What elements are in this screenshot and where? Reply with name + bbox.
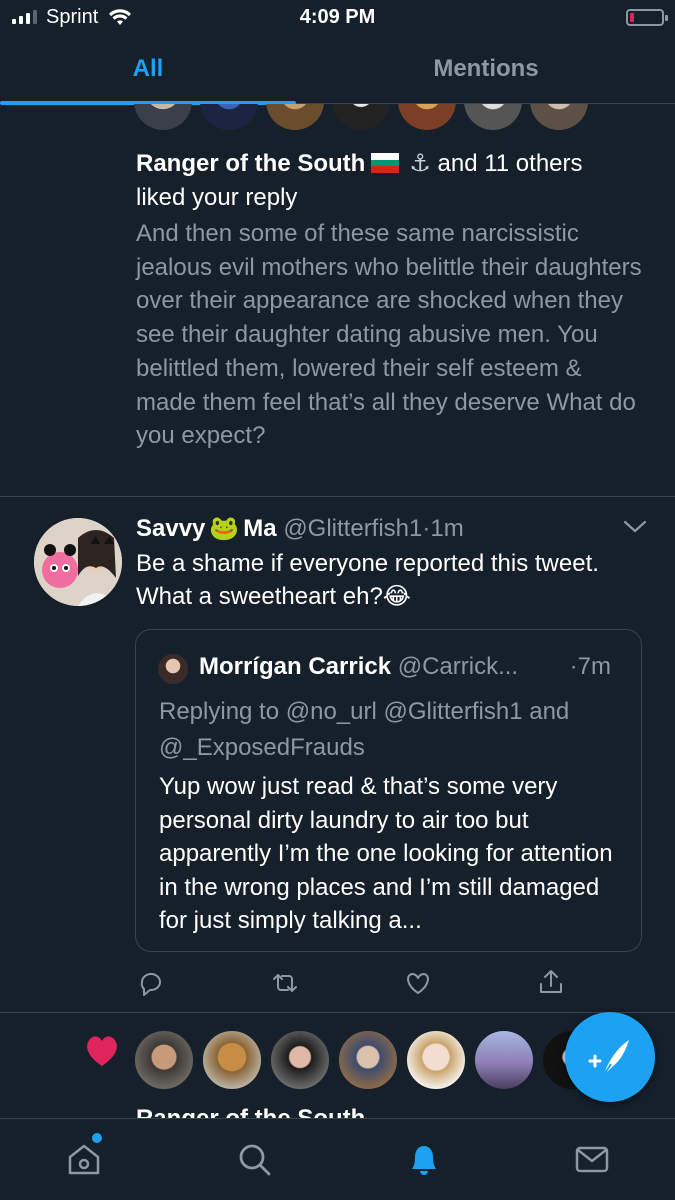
author-name-suffix[interactable]: Ma <box>243 515 276 542</box>
avatar[interactable] <box>406 1030 466 1090</box>
avatar[interactable] <box>270 1030 330 1090</box>
author-handle[interactable]: @Glitterfish1 <box>283 515 422 542</box>
divider <box>0 496 675 497</box>
quoted-author-name: Morrígan Carrick <box>199 653 392 680</box>
tab-all[interactable]: All <box>0 38 296 104</box>
avatar[interactable] <box>398 104 456 130</box>
heart-icon <box>87 1036 117 1066</box>
tweet-actions <box>136 966 576 1000</box>
liked-reply-text[interactable]: And then some of these same narcissistic… <box>136 217 646 453</box>
tweet-author-avatar[interactable] <box>34 518 122 606</box>
quoted-tweet-header: Morrígan Carrick @Carrick... <box>199 650 619 684</box>
share-icon[interactable] <box>536 966 566 1000</box>
liker-avatars-row <box>134 1030 602 1090</box>
status-bar: Sprint 4:09 PM <box>0 0 675 36</box>
quoted-author-handle: @Carrick... <box>397 653 519 680</box>
author-name[interactable]: Savvy <box>136 515 205 542</box>
avatar[interactable] <box>464 104 522 130</box>
anchor-icon: ⚓ <box>409 150 431 177</box>
quoted-tweet-text: Yup wow just read & that’s some very per… <box>159 773 613 934</box>
quoted-tweet-time: ·7m <box>569 653 611 680</box>
notifications-tabs: All Mentions <box>0 38 675 105</box>
like-notification-text[interactable]: Ranger of the South ⚓ and 11 others liked… <box>136 147 646 215</box>
messages-icon[interactable] <box>572 1139 612 1179</box>
notification-action: liked your reply <box>136 184 298 211</box>
bulgaria-flag-icon <box>371 153 400 173</box>
chevron-down-icon[interactable] <box>622 518 648 536</box>
avatar[interactable] <box>202 1030 262 1090</box>
avatar[interactable] <box>134 1030 194 1090</box>
compose-icon <box>588 1040 629 1077</box>
others-count: and 11 others <box>437 150 583 177</box>
avatar[interactable] <box>266 104 324 130</box>
quoted-tweet-card[interactable]: Morrígan Carrick @Carrick... ·7m Replyin… <box>135 629 642 952</box>
search-icon[interactable] <box>234 1139 274 1179</box>
avatar[interactable] <box>332 104 390 130</box>
avatar[interactable] <box>200 104 258 130</box>
avatar[interactable] <box>530 104 588 130</box>
liker-avatars-row <box>134 104 588 130</box>
like-icon[interactable] <box>403 966 433 1000</box>
avatar[interactable] <box>338 1030 398 1090</box>
reply-icon[interactable] <box>136 966 166 1000</box>
tweet-header: Savvy 🐸 Ma @Glitterfish1·1m <box>136 512 616 546</box>
compose-button[interactable] <box>565 1012 655 1102</box>
avatar[interactable] <box>474 1030 534 1090</box>
battery-icon <box>626 9 668 26</box>
bottom-navigation <box>0 1118 675 1200</box>
tweet-time: 1m <box>430 515 464 542</box>
tab-mentions[interactable]: Mentions <box>338 38 634 104</box>
avatar[interactable] <box>134 104 192 130</box>
home-badge-dot <box>92 1133 102 1143</box>
home-icon[interactable] <box>64 1139 104 1179</box>
replying-to: Replying to @no_url @Glitterfish1 and @_… <box>159 698 570 761</box>
clock: 4:09 PM <box>299 6 376 28</box>
notifications-icon[interactable] <box>404 1139 444 1179</box>
quoted-author-avatar <box>158 654 188 684</box>
retweet-icon[interactable] <box>270 966 300 1000</box>
actor-name[interactable]: Ranger of the South <box>136 150 365 177</box>
tweet-text[interactable]: Be a shame if everyone reported this twe… <box>136 547 636 613</box>
frog-emoji: 🐸 <box>209 515 240 542</box>
